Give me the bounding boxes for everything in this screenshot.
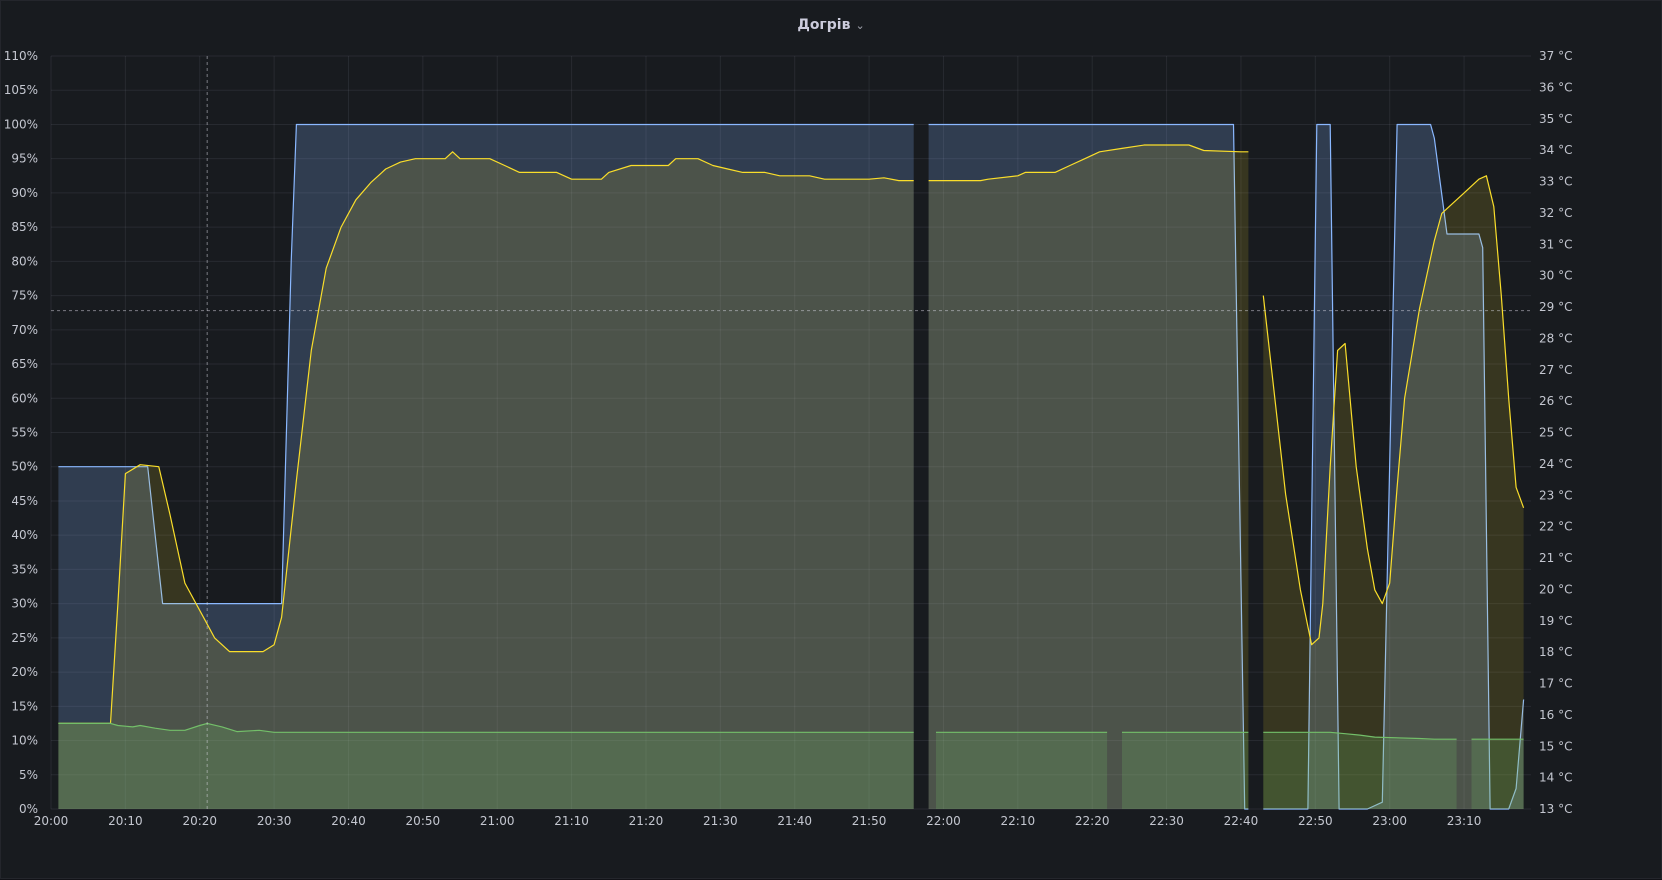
y-tick-label-right: 16 °C (1539, 708, 1572, 722)
y-tick-label-right: 15 °C (1539, 739, 1572, 753)
x-tick-label: 20:10 (108, 814, 143, 828)
y-tick-label-right: 20 °C (1539, 582, 1572, 596)
y-tick-label-left: 65% (11, 357, 38, 371)
x-tick-label: 20:40 (331, 814, 366, 828)
y-tick-label-right: 25 °C (1539, 426, 1572, 440)
x-tick-label: 22:40 (1224, 814, 1259, 828)
x-tick-label: 21:30 (703, 814, 738, 828)
x-tick-label: 21:50 (852, 814, 887, 828)
series-area-green (1263, 732, 1457, 809)
time-series-chart[interactable]: 0%5%10%15%20%25%30%35%40%45%50%55%60%65%… (1, 1, 1662, 880)
series-area-yellow (928, 145, 1249, 809)
y-tick-label-right: 26 °C (1539, 394, 1572, 408)
y-tick-label-left: 70% (11, 323, 38, 337)
y-tick-label-right: 19 °C (1539, 614, 1572, 628)
series-area-green (58, 723, 914, 809)
x-tick-label: 21:20 (629, 814, 664, 828)
series-area-green (1471, 739, 1524, 809)
x-tick-label: 21:10 (554, 814, 589, 828)
x-tick-label: 22:00 (926, 814, 961, 828)
x-tick-label: 23:00 (1372, 814, 1407, 828)
y-tick-label-left: 35% (11, 562, 38, 576)
series-area-green (936, 732, 1108, 809)
y-tick-label-left: 25% (11, 631, 38, 645)
y-tick-label-left: 45% (11, 494, 38, 508)
y-tick-label-left: 100% (4, 117, 38, 131)
y-tick-label-left: 105% (4, 83, 38, 97)
y-tick-label-right: 35 °C (1539, 112, 1572, 126)
y-tick-label-left: 60% (11, 391, 38, 405)
x-tick-label: 21:40 (777, 814, 812, 828)
y-tick-label-left: 75% (11, 289, 38, 303)
y-tick-label-right: 21 °C (1539, 551, 1572, 565)
x-tick-label: 20:20 (182, 814, 217, 828)
y-tick-label-left: 110% (4, 49, 38, 63)
y-tick-label-left: 40% (11, 528, 38, 542)
y-tick-label-right: 13 °C (1539, 802, 1572, 816)
y-tick-label-right: 14 °C (1539, 771, 1572, 785)
y-tick-label-right: 34 °C (1539, 143, 1572, 157)
x-tick-label: 20:30 (257, 814, 292, 828)
y-tick-label-right: 31 °C (1539, 237, 1572, 251)
y-tick-label-right: 27 °C (1539, 363, 1572, 377)
y-tick-label-right: 29 °C (1539, 300, 1572, 314)
y-tick-label-left: 15% (11, 699, 38, 713)
series-area-yellow (58, 151, 914, 810)
x-tick-label: 22:20 (1075, 814, 1110, 828)
y-tick-label-right: 18 °C (1539, 645, 1572, 659)
y-tick-label-right: 32 °C (1539, 206, 1572, 220)
x-tick-label: 22:10 (1001, 814, 1036, 828)
x-tick-label: 22:50 (1298, 814, 1333, 828)
y-tick-label-left: 85% (11, 220, 38, 234)
x-tick-label: 20:00 (34, 814, 69, 828)
y-tick-label-left: 95% (11, 152, 38, 166)
y-tick-label-left: 50% (11, 460, 38, 474)
y-tick-label-right: 36 °C (1539, 80, 1572, 94)
y-tick-label-right: 23 °C (1539, 488, 1572, 502)
y-tick-label-left: 20% (11, 665, 38, 679)
y-tick-label-left: 90% (11, 186, 38, 200)
y-tick-label-left: 10% (11, 734, 38, 748)
y-tick-label-left: 80% (11, 254, 38, 268)
series-area-green (1122, 732, 1249, 809)
y-tick-label-left: 30% (11, 597, 38, 611)
x-tick-label: 23:10 (1447, 814, 1482, 828)
y-tick-label-right: 37 °C (1539, 49, 1572, 63)
y-tick-label-right: 30 °C (1539, 269, 1572, 283)
x-tick-label: 20:50 (406, 814, 441, 828)
x-tick-label: 22:30 (1149, 814, 1184, 828)
chart-panel: Догрів ⌄ 0% 5% 10% 15% 20% 25% 30% 35% 40% 45% 50%… (0, 0, 1662, 879)
y-tick-label-left: 55% (11, 426, 38, 440)
y-tick-label-right: 28 °C (1539, 331, 1572, 345)
y-tick-label-right: 17 °C (1539, 677, 1572, 691)
y-tick-label-left: 5% (19, 768, 38, 782)
y-tick-label-right: 22 °C (1539, 520, 1572, 534)
x-tick-label: 21:00 (480, 814, 515, 828)
y-tick-label-right: 24 °C (1539, 457, 1572, 471)
y-tick-label-right: 33 °C (1539, 175, 1572, 189)
